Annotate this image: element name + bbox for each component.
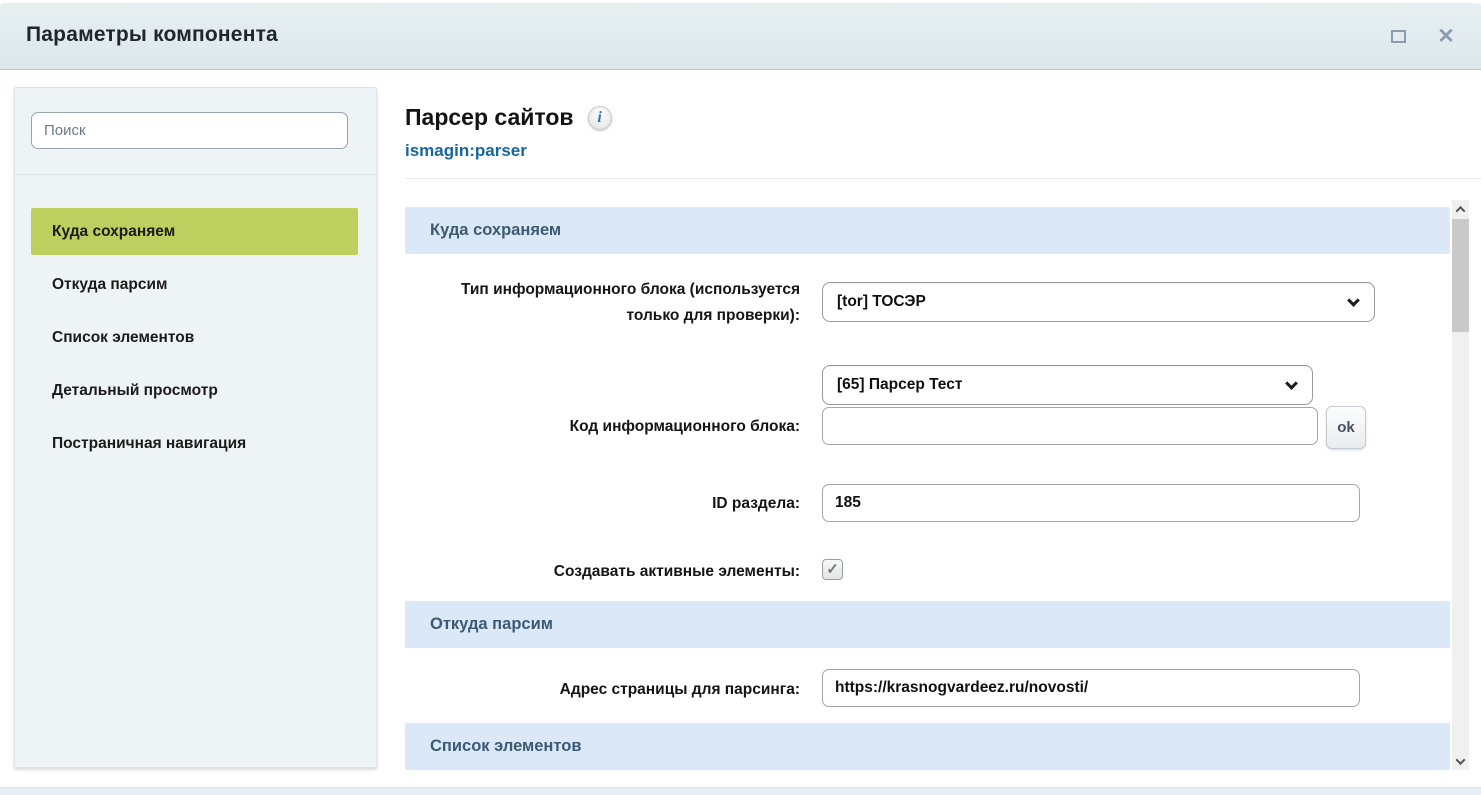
ok-button[interactable]: ok bbox=[1326, 406, 1366, 449]
chevron-up-icon bbox=[1456, 205, 1466, 215]
sidebar-divider bbox=[15, 174, 376, 175]
sidebar-item-kuda-sohranyaem[interactable]: Куда сохраняем bbox=[31, 208, 358, 255]
vertical-scrollbar[interactable] bbox=[1452, 200, 1469, 770]
scrollbar-thumb[interactable] bbox=[1452, 219, 1469, 332]
iblock-code-select[interactable]: [65] Парсер Тест bbox=[822, 365, 1313, 405]
close-icon: ✕ bbox=[1437, 26, 1455, 47]
header-divider bbox=[405, 178, 1481, 179]
footer-bar bbox=[0, 787, 1481, 795]
maximize-button[interactable] bbox=[1387, 25, 1409, 47]
iblock-type-select-value: [tor] ТОСЭР bbox=[837, 293, 926, 311]
active-elements-checkbox[interactable]: ✓ bbox=[822, 559, 843, 580]
active-elements-label: Создавать активные элементы: bbox=[405, 559, 800, 585]
sidebar-item-postranichnaya-navigaciya[interactable]: Постраничная навигация bbox=[31, 420, 358, 467]
iblock-code-input[interactable] bbox=[822, 407, 1318, 445]
iblock-type-select[interactable]: [tor] ТОСЭР bbox=[822, 282, 1375, 322]
scroll-up-button[interactable] bbox=[1452, 200, 1469, 218]
sidebar-item-otkuda-parsim[interactable]: Откуда парсим bbox=[31, 261, 358, 308]
scroll-down-button[interactable] bbox=[1452, 752, 1469, 770]
maximize-icon bbox=[1391, 30, 1406, 43]
page-title: Парсер сайтов bbox=[405, 104, 574, 131]
section-header-otkuda-parsim: Откуда парсим bbox=[405, 601, 1450, 648]
parse-url-input[interactable] bbox=[822, 669, 1360, 707]
search-input[interactable] bbox=[31, 112, 348, 149]
chevron-down-icon bbox=[1347, 294, 1360, 307]
sidebar-item-detalnyj-prosmotr[interactable]: Детальный просмотр bbox=[31, 367, 358, 414]
sidebar-item-spisok-elementov[interactable]: Список элементов bbox=[31, 314, 358, 361]
info-icon[interactable]: i bbox=[588, 106, 612, 130]
component-name: ismagin:parser bbox=[405, 141, 527, 161]
section-header-spisok-elementov: Список элементов bbox=[405, 723, 1450, 770]
section-id-input[interactable] bbox=[822, 484, 1360, 522]
parse-url-label: Адрес страницы для парсинга: bbox=[405, 677, 800, 703]
checkmark-icon: ✓ bbox=[826, 561, 839, 578]
page-header: Парсер сайтов i bbox=[405, 104, 612, 131]
iblock-code-select-value: [65] Парсер Тест bbox=[837, 376, 962, 394]
dialog-title: Параметры компонента bbox=[26, 3, 278, 67]
section-header-kuda-sohranyaem: Куда сохраняем bbox=[405, 207, 1450, 254]
dialog-titlebar: Параметры компонента ✕ bbox=[0, 3, 1481, 70]
iblock-type-label: Тип информационного блока (используется … bbox=[405, 277, 800, 329]
window-controls: ✕ bbox=[1387, 3, 1457, 69]
chevron-down-icon bbox=[1456, 755, 1466, 765]
iblock-code-label: Код информационного блока: bbox=[405, 414, 800, 440]
sidebar: Куда сохраняем Откуда парсим Список элем… bbox=[14, 87, 377, 768]
chevron-down-icon bbox=[1285, 377, 1298, 390]
close-button[interactable]: ✕ bbox=[1435, 25, 1457, 47]
component-parameters-dialog: Параметры компонента ✕ Куда сохраняем От… bbox=[0, 0, 1481, 795]
section-id-label: ID раздела: bbox=[405, 491, 800, 517]
